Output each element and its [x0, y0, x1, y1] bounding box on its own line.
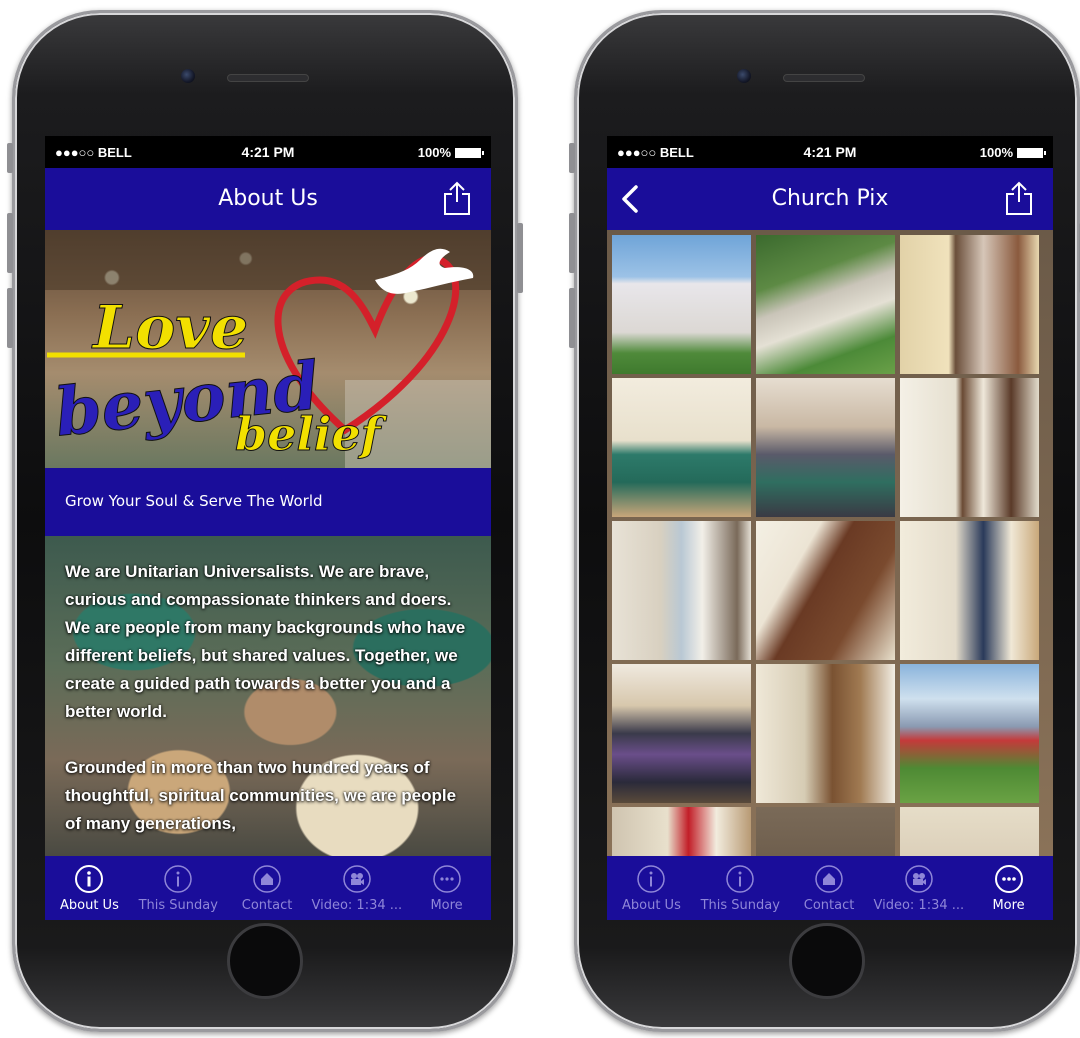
- volume-down-button: [7, 288, 13, 348]
- tab-more[interactable]: More: [402, 856, 491, 920]
- status-bar: ●●●○○ BELL 4:21 PM 100%: [607, 136, 1053, 168]
- logo-word-belief: belief: [235, 407, 388, 461]
- tab-bar: About Us This Sunday Contact Video: 1:34…: [45, 856, 491, 920]
- status-bar: ●●●○○ BELL 4:21 PM 100%: [45, 136, 491, 168]
- mute-switch: [569, 143, 575, 173]
- share-icon[interactable]: [441, 180, 473, 216]
- hero-logo-image: Love beyond belief: [45, 230, 491, 468]
- home-icon: [253, 865, 281, 893]
- volume-down-button: [569, 288, 575, 348]
- gallery-photo-side-entrance[interactable]: [756, 235, 895, 374]
- home-button[interactable]: [227, 923, 303, 999]
- tab-about-us[interactable]: About Us: [607, 856, 696, 920]
- gallery-photo-fireplace-room[interactable]: [900, 378, 1039, 517]
- gallery-photo-french-doors[interactable]: [900, 235, 1039, 374]
- nav-bar: Church Pix: [607, 168, 1053, 230]
- about-paragraph: We are Unitarian Universalists. We are b…: [65, 562, 466, 721]
- battery-icon: [455, 147, 484, 158]
- nav-bar: About Us: [45, 168, 491, 230]
- gallery-photo-partial[interactable]: [756, 807, 895, 856]
- photo-gallery-grid: [607, 230, 1053, 856]
- tab-label: Video: 1:34 ...: [873, 898, 965, 913]
- tab-label: Video: 1:34 ...: [311, 898, 403, 913]
- info-icon: [75, 865, 104, 893]
- screen-about-us: ●●●○○ BELL 4:21 PM 100% About Us Love be…: [45, 136, 491, 920]
- tab-contact[interactable]: Contact: [785, 856, 874, 920]
- volume-up-button: [569, 213, 575, 273]
- page-title: Church Pix: [771, 186, 889, 211]
- tab-this-sunday[interactable]: This Sunday: [134, 856, 223, 920]
- about-text-block: We are Unitarian Universalists. We are b…: [65, 558, 475, 856]
- earpiece-speaker: [227, 74, 309, 82]
- gallery-photo-meeting-room[interactable]: [612, 521, 751, 660]
- info-icon: [164, 865, 192, 893]
- front-camera: [181, 69, 195, 83]
- tab-label: About Us: [59, 898, 119, 913]
- home-button[interactable]: [789, 923, 865, 999]
- video-camera-icon: [343, 865, 371, 893]
- tab-label: Contact: [241, 898, 293, 913]
- tab-contact[interactable]: Contact: [223, 856, 312, 920]
- tab-label: This Sunday: [700, 898, 780, 913]
- more-icon: [432, 865, 461, 893]
- gallery-photo-hallway-art[interactable]: [900, 521, 1039, 660]
- tab-video[interactable]: Video: 1:34 ...: [873, 856, 964, 920]
- tagline-text: Grow Your Soul & Serve The World: [65, 492, 323, 510]
- battery-icon: [1017, 147, 1046, 158]
- tab-label: Contact: [803, 898, 855, 913]
- gallery-photo-library-shelves[interactable]: [612, 664, 751, 803]
- mute-switch: [7, 143, 13, 173]
- about-paragraph: Grounded in more than two hundred years …: [65, 758, 457, 833]
- gallery-photo-red-river-sign[interactable]: [612, 807, 751, 856]
- battery-percent: 100%: [417, 145, 451, 160]
- gallery-photo-partial[interactable]: [900, 807, 1039, 856]
- tagline-banner: Grow Your Soul & Serve The World: [45, 468, 491, 536]
- tab-video[interactable]: Video: 1:34 ...: [311, 856, 402, 920]
- tab-label: More: [992, 898, 1025, 913]
- home-icon: [815, 865, 843, 893]
- volume-up-button: [7, 213, 13, 273]
- more-icon: [994, 865, 1023, 893]
- info-icon: [726, 865, 754, 893]
- gallery-photo-little-free-library[interactable]: [900, 664, 1039, 803]
- tab-bar: About Us This Sunday Contact Video: 1:34…: [607, 856, 1053, 920]
- battery-indicator: 100%: [979, 145, 1046, 160]
- battery-indicator: 100%: [417, 145, 484, 160]
- front-camera: [737, 69, 751, 83]
- phone-frame-church-pix: ●●●○○ BELL 4:21 PM 100% Church Pix About…: [569, 10, 1080, 1032]
- gallery-photo-library-table[interactable]: [756, 664, 895, 803]
- gallery-photo-house-exterior[interactable]: [612, 235, 751, 374]
- power-button: [517, 223, 523, 293]
- tab-label: About Us: [621, 898, 681, 913]
- tab-about-us[interactable]: About Us: [45, 856, 134, 920]
- congregation-background-photo: We are Unitarian Universalists. We are b…: [45, 536, 491, 856]
- tab-label: This Sunday: [138, 898, 218, 913]
- tab-more[interactable]: More: [964, 856, 1053, 920]
- gallery-photo-congregation[interactable]: [756, 378, 895, 517]
- screen-church-pix: ●●●○○ BELL 4:21 PM 100% Church Pix About…: [607, 136, 1053, 920]
- battery-percent: 100%: [979, 145, 1013, 160]
- earpiece-speaker: [783, 74, 865, 82]
- page-title: About Us: [218, 186, 318, 211]
- gallery-photo-staircase[interactable]: [756, 521, 895, 660]
- tab-label: More: [430, 898, 463, 913]
- tab-this-sunday[interactable]: This Sunday: [696, 856, 785, 920]
- share-icon[interactable]: [1003, 180, 1035, 216]
- phone-frame-about: ●●●○○ BELL 4:21 PM 100% About Us Love be…: [7, 10, 523, 1032]
- info-icon: [637, 865, 666, 893]
- video-camera-icon: [905, 865, 933, 893]
- gallery-photo-sanctuary-chairs[interactable]: [612, 378, 751, 517]
